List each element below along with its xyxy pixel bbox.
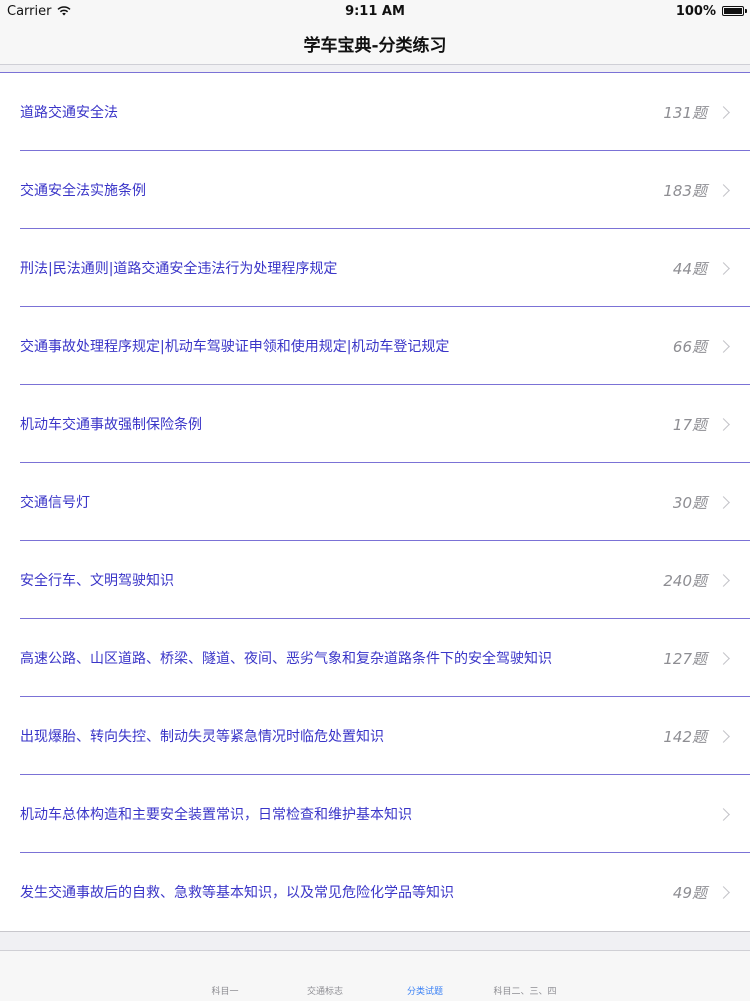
list-item-label: 高速公路、山区道路、桥梁、隧道、夜间、恶劣气象和复杂道路条件下的安全驾驶知识 [20, 651, 552, 667]
status-bar: Carrier 9:11 AM 100% [0, 0, 750, 22]
chevron-right-icon [717, 183, 730, 197]
question-count: 142题 [663, 727, 707, 746]
chevron-right-icon [717, 885, 730, 899]
tab-traffic-signs[interactable]: 交通标志 [275, 984, 375, 1001]
list-item[interactable]: 高速公路、山区道路、桥梁、隧道、夜间、恶劣气象和复杂道路条件下的安全驾驶知识 1… [0, 619, 750, 697]
navigation-bar: 学车宝典-分类练习 [0, 22, 750, 65]
carrier-label: Carrier [7, 3, 52, 19]
list-item[interactable]: 交通信号灯 30题 [0, 463, 750, 541]
status-time: 9:11 AM [345, 3, 405, 19]
list-item[interactable]: 出现爆胎、转向失控、制动失灵等紧急情况时临危处置知识 142题 [0, 697, 750, 775]
page-title: 学车宝典-分类练习 [303, 35, 447, 56]
list-item-label: 机动车总体构造和主要安全装置常识，日常检查和维护基本知识 [20, 807, 412, 823]
list-item[interactable]: 发生交通事故后的自救、急救等基本知识，以及常见危险化学品等知识 49题 [0, 853, 750, 931]
list-item[interactable]: 交通安全法实施条例 183题 [0, 151, 750, 229]
list-item[interactable]: 机动车总体构造和主要安全装置常识，日常检查和维护基本知识 [0, 775, 750, 853]
status-right: 100% [676, 4, 750, 19]
list-item-label: 交通事故处理程序规定|机动车驾驶证申领和使用规定|机动车登记规定 [20, 339, 450, 355]
chevron-right-icon [717, 105, 730, 119]
list-item[interactable]: 交通事故处理程序规定|机动车驾驶证申领和使用规定|机动车登记规定 66题 [0, 307, 750, 385]
chevron-right-icon [717, 261, 730, 275]
list-item[interactable]: 机动车交通事故强制保险条例 17题 [0, 385, 750, 463]
chevron-right-icon [717, 339, 730, 353]
list-item-label: 交通安全法实施条例 [20, 183, 146, 199]
question-count: 183题 [663, 181, 707, 200]
list-item-label: 出现爆胎、转向失控、制动失灵等紧急情况时临危处置知识 [20, 729, 384, 745]
list-item[interactable]: 道路交通安全法 131题 [0, 73, 750, 151]
status-left: Carrier [0, 4, 71, 19]
question-count: 17题 [672, 415, 707, 434]
list-item[interactable]: 安全行车、文明驾驶知识 240题 [0, 541, 750, 619]
question-count: 131题 [663, 103, 707, 122]
category-list: 道路交通安全法 131题 交通安全法实施条例 183题 刑法|民法通则|道路交通… [0, 72, 750, 932]
list-item-label: 机动车交通事故强制保险条例 [20, 417, 202, 433]
list-item-label: 刑法|民法通则|道路交通安全违法行为处理程序规定 [20, 261, 338, 277]
chevron-right-icon [717, 729, 730, 743]
tab-bar: 科目一 交通标志 分类试题 科目二、三、四 [0, 950, 750, 1001]
chevron-right-icon [717, 417, 730, 431]
battery-percent: 100% [675, 3, 716, 19]
wifi-icon [57, 6, 71, 16]
battery-icon [722, 6, 747, 16]
question-count: 240题 [663, 571, 707, 590]
tab-subjects-two-three-four[interactable]: 科目二、三、四 [475, 984, 575, 1001]
chevron-right-icon [717, 807, 730, 821]
chevron-right-icon [717, 651, 730, 665]
tab-category-questions[interactable]: 分类试题 [375, 984, 475, 1001]
question-count: 49题 [672, 883, 707, 902]
question-count: 44题 [672, 259, 707, 278]
list-item-label: 交通信号灯 [20, 495, 90, 511]
question-count: 66题 [672, 337, 707, 356]
chevron-right-icon [717, 573, 730, 587]
list-item-label: 安全行车、文明驾驶知识 [20, 573, 174, 589]
tab-subject-one[interactable]: 科目一 [175, 984, 275, 1001]
question-count: 127题 [663, 649, 707, 668]
question-count: 30题 [672, 493, 707, 512]
list-item-label: 道路交通安全法 [20, 105, 118, 121]
list-item-label: 发生交通事故后的自救、急救等基本知识，以及常见危险化学品等知识 [20, 885, 454, 901]
list-item[interactable]: 刑法|民法通则|道路交通安全违法行为处理程序规定 44题 [0, 229, 750, 307]
chevron-right-icon [717, 495, 730, 509]
